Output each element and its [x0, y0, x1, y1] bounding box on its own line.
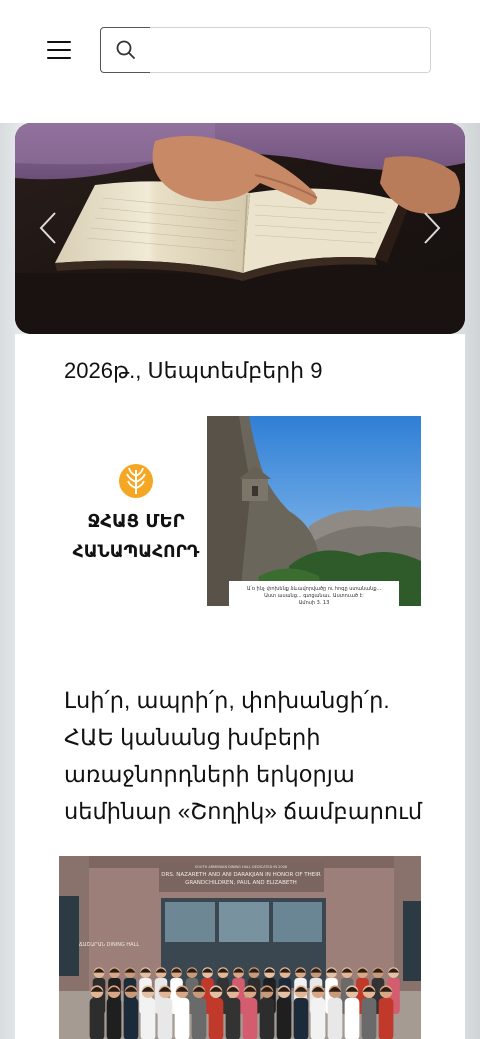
- photo-sign-line2: DRS. NAZARETH AND ANI DARAKJIAN IN HONOR…: [161, 872, 321, 878]
- post1-banner-image[interactable]: ՋՀԱՑ ՄԵՐ ՀԱՆԱՊԱՀՈՐԴ Ա՛ռ ինչ փոխենք ձևավո…: [59, 416, 421, 606]
- photo-sign-line1: SOUTH ARMENIAN DINING HALL DEDICATED IN …: [195, 865, 287, 869]
- site-header: [0, 0, 480, 123]
- banner-logo-line1: ՋՀԱՑ ՄԵՐ: [87, 511, 184, 532]
- news-card: 2026թ., Սեպտեմբերի 9 ՋՀԱՑ ՄԵՐ ՀԱՆԱՊԱՀՈՐԴ: [15, 334, 465, 1039]
- post-date: 2026թ., Սեպտեմբերի 9: [64, 358, 323, 383]
- photo-sign-side: ՃԱՇԱՐԱՆ DINING HALL: [79, 942, 140, 948]
- search-input[interactable]: [150, 27, 431, 73]
- banner-caption-line1: Ա՛ռ ինչ փոխենք ձևավորվածը ու հոգը ստանան…: [247, 586, 382, 592]
- wheat-logo-icon: [119, 464, 153, 498]
- carousel-prev-button[interactable]: [33, 208, 63, 248]
- banner-logo-line2: ՀԱՆԱՊԱՀՈՐԴ: [73, 542, 200, 562]
- photo-sign-line3: GRANDCHILDREN, PAUL AND ELIZABETH: [185, 880, 297, 886]
- hero-carousel: [15, 123, 465, 334]
- search-icon: [116, 40, 135, 59]
- chevron-right-icon: [424, 212, 441, 244]
- post2-group-photo[interactable]: SOUTH ARMENIAN DINING HALL DEDICATED IN …: [59, 856, 421, 1039]
- search-button[interactable]: [100, 27, 151, 73]
- post2-title-link[interactable]: Լսի՛ր, ապրի՛ր, փոխանցի՛ր. ՀԱԵ կանանց խմբ…: [64, 682, 424, 830]
- banner-caption-ref: Ամոսի 3. 13: [299, 600, 330, 606]
- banner-caption-line2: Աստ ասանց... գտցանաւ. Աստուած է:: [264, 593, 364, 599]
- chevron-left-icon: [39, 212, 56, 244]
- hamburger-menu-icon[interactable]: [47, 40, 71, 60]
- carousel-slide-image: [15, 123, 465, 334]
- carousel-next-button[interactable]: [417, 208, 447, 248]
